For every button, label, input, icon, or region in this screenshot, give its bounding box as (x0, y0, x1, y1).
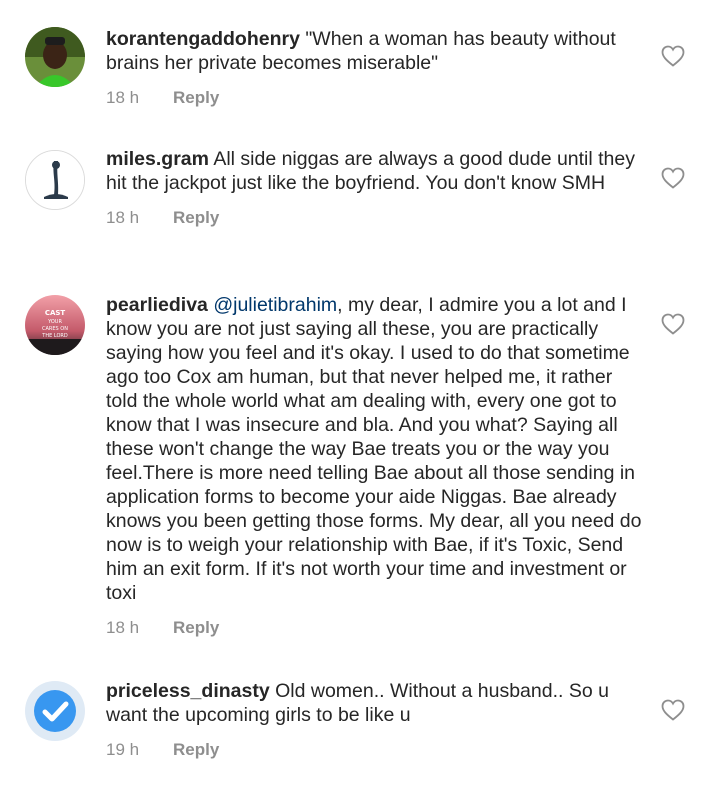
reply-button[interactable]: Reply (173, 618, 219, 638)
avatar[interactable] (25, 150, 85, 210)
comment-timestamp: 18 h (106, 88, 140, 107)
mention-link[interactable]: @julietibrahim (213, 294, 337, 316)
comment-text: korantengaddohenry "When a woman has bea… (106, 27, 646, 75)
heart-outline-icon[interactable] (661, 313, 685, 335)
comment-timestamp: 18 h (106, 208, 140, 227)
reply-button[interactable]: Reply (173, 88, 219, 108)
avatar-text: CAST (45, 309, 66, 317)
comment-text: miles.gram All side niggas are always a … (106, 147, 646, 195)
svg-text:YOUR: YOUR (47, 319, 62, 325)
reply-button[interactable]: Reply (173, 740, 219, 760)
avatar[interactable] (25, 681, 85, 741)
avatar-photo: CAST YOUR CARES ON THE LORD (25, 295, 85, 355)
comment-username[interactable]: priceless_dinasty (106, 680, 270, 702)
comment-timestamp: 18 h (106, 618, 140, 637)
comment-username[interactable]: korantengaddohenry (106, 28, 300, 50)
heart-outline-icon[interactable] (661, 699, 685, 721)
comment-body: , my dear, I admire you a lot and I know… (106, 294, 642, 604)
reply-button[interactable]: Reply (173, 208, 219, 228)
avatar-photo (25, 27, 85, 87)
comment-username[interactable]: pearliediva (106, 294, 208, 316)
heart-outline-icon[interactable] (661, 45, 685, 67)
comment-timestamp: 19 h (106, 740, 140, 759)
avatar-photo (26, 151, 84, 209)
avatar-photo (25, 681, 85, 741)
svg-text:CARES ON: CARES ON (42, 326, 68, 332)
comment-text: pearliediva @julietibrahim, my dear, I a… (106, 293, 646, 605)
avatar[interactable] (25, 27, 85, 87)
comment-username[interactable]: miles.gram (106, 148, 209, 170)
svg-text:THE LORD: THE LORD (41, 333, 68, 339)
heart-outline-icon[interactable] (661, 167, 685, 189)
avatar[interactable]: CAST YOUR CARES ON THE LORD (25, 295, 85, 355)
comment-text: priceless_dinasty Old women.. Without a … (106, 679, 646, 727)
